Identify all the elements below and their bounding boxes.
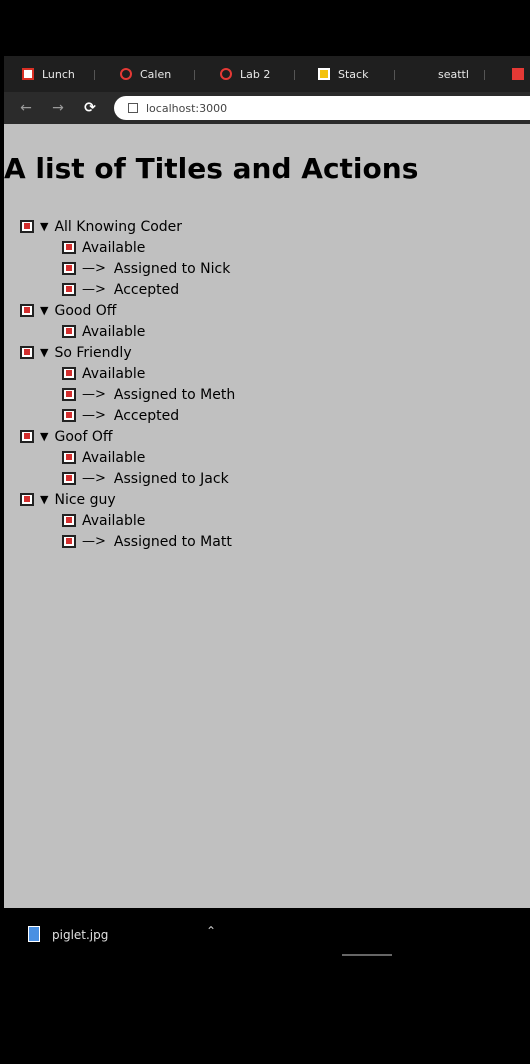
tab-label: Stack — [338, 67, 369, 81]
page-content: A list of Titles and Actions ▼ All Knowi… — [4, 124, 530, 908]
page-title: A list of Titles and Actions — [4, 152, 419, 185]
tab-divider — [194, 70, 195, 80]
title-name: So Friendly — [54, 344, 132, 361]
action-box-icon — [62, 262, 76, 275]
action-text: Assigned to Matt — [113, 533, 232, 550]
action-box-icon — [62, 451, 76, 464]
action-box-icon — [62, 241, 76, 254]
title-box-icon — [20, 304, 34, 317]
title-row[interactable]: ▼ So Friendly — [20, 342, 520, 363]
arrow-icon: —> — [82, 534, 106, 549]
red-app-icon — [512, 68, 524, 80]
action-text: Available — [82, 239, 146, 256]
action-text: Assigned to Nick — [113, 260, 231, 277]
tab-label: Lunch — [42, 67, 75, 81]
action-text: Available — [82, 449, 146, 466]
forward-arrow-icon[interactable]: → — [48, 98, 68, 118]
title-box-icon — [20, 493, 34, 506]
caret-down-icon[interactable]: ▼ — [40, 220, 48, 233]
tab-lunch[interactable]: Lunch — [22, 64, 75, 84]
action-row: Available — [20, 321, 520, 342]
reload-icon[interactable]: ⟳ — [80, 98, 100, 118]
title-tree: ▼ All Knowing Coder Available —> Assigne… — [20, 216, 520, 552]
title-box-icon — [20, 220, 34, 233]
arrow-icon: —> — [82, 261, 106, 276]
action-row: Available — [20, 510, 520, 531]
action-text: Available — [82, 365, 146, 382]
tab-calendar[interactable]: Calen — [120, 64, 171, 84]
title-row[interactable]: ▼ Good Off — [20, 300, 520, 321]
action-box-icon — [62, 367, 76, 380]
action-text: Assigned to Jack — [113, 470, 229, 487]
action-box-icon — [62, 472, 76, 485]
action-box-icon — [62, 409, 76, 422]
tab-divider — [94, 70, 95, 80]
action-row: —> Assigned to Jack — [20, 468, 520, 489]
action-text: Accepted — [113, 407, 180, 424]
caret-down-icon[interactable]: ▼ — [40, 346, 48, 359]
title-row[interactable]: ▼ All Knowing Coder — [20, 216, 520, 237]
caret-down-icon[interactable]: ▼ — [40, 493, 48, 506]
tab-lab[interactable]: Lab 2 — [220, 64, 270, 84]
action-box-icon — [62, 388, 76, 401]
action-row: —> Assigned to Matt — [20, 531, 520, 552]
action-row: Available — [20, 447, 520, 468]
tab-stack[interactable]: Stack — [318, 64, 368, 84]
action-row: —> Accepted — [20, 405, 520, 426]
action-text: Available — [82, 323, 146, 340]
tab-seattle[interactable]: seattl — [438, 64, 469, 84]
file-icon[interactable] — [28, 926, 40, 942]
browser-toolbar: ← → ⟳ localhost:3000 — [4, 92, 530, 124]
action-box-icon — [62, 283, 76, 296]
arrow-icon: —> — [82, 471, 106, 486]
title-row[interactable]: ▼ Goof Off — [20, 426, 520, 447]
page-info-icon[interactable] — [128, 103, 138, 113]
tab-divider — [294, 70, 295, 80]
back-arrow-icon[interactable]: ← — [16, 98, 36, 118]
action-row: Available — [20, 237, 520, 258]
tab-divider — [484, 70, 485, 80]
lab-icon — [220, 68, 232, 80]
action-box-icon — [62, 535, 76, 548]
action-box-icon — [62, 325, 76, 338]
title-name: Nice guy — [54, 491, 116, 508]
tab-strip: Lunch Calen Lab 2 Stack seattl — [4, 56, 530, 92]
title-box-icon — [20, 430, 34, 443]
action-row: —> Accepted — [20, 279, 520, 300]
action-text: Available — [82, 512, 146, 529]
action-row: Available — [20, 363, 520, 384]
title-box-icon — [20, 346, 34, 359]
arrow-icon: —> — [82, 408, 106, 423]
download-shelf: piglet.jpg ⌃ — [4, 908, 530, 968]
address-bar[interactable]: localhost:3000 — [114, 96, 530, 120]
title-name: Good Off — [54, 302, 117, 319]
action-row: —> Assigned to Meth — [20, 384, 520, 405]
gmail-icon — [22, 68, 34, 80]
calendar-icon — [120, 68, 132, 80]
action-text: Assigned to Meth — [113, 386, 236, 403]
action-row: —> Assigned to Nick — [20, 258, 520, 279]
tab-label: Lab 2 — [240, 67, 271, 81]
action-box-icon — [62, 514, 76, 527]
screen: Lunch Calen Lab 2 Stack seattl ← → ⟳ loc… — [0, 0, 530, 1064]
caret-down-icon[interactable]: ▼ — [40, 430, 48, 443]
tab-label: Calen — [140, 67, 172, 81]
home-indicator — [342, 954, 392, 956]
caret-down-icon[interactable]: ▼ — [40, 304, 48, 317]
title-name: Goof Off — [54, 428, 113, 445]
arrow-icon: —> — [82, 282, 106, 297]
action-text: Accepted — [113, 281, 180, 298]
title-name: All Knowing Coder — [54, 218, 183, 235]
download-file-name[interactable]: piglet.jpg — [52, 928, 108, 942]
tab-divider — [394, 70, 395, 80]
tab-label: seattl — [438, 67, 469, 81]
title-row[interactable]: ▼ Nice guy — [20, 489, 520, 510]
tab-red-app[interactable] — [512, 64, 530, 84]
stack-icon — [318, 68, 330, 80]
arrow-icon: —> — [82, 387, 106, 402]
chevron-up-icon[interactable]: ⌃ — [206, 924, 216, 938]
address-text: localhost:3000 — [146, 101, 228, 115]
